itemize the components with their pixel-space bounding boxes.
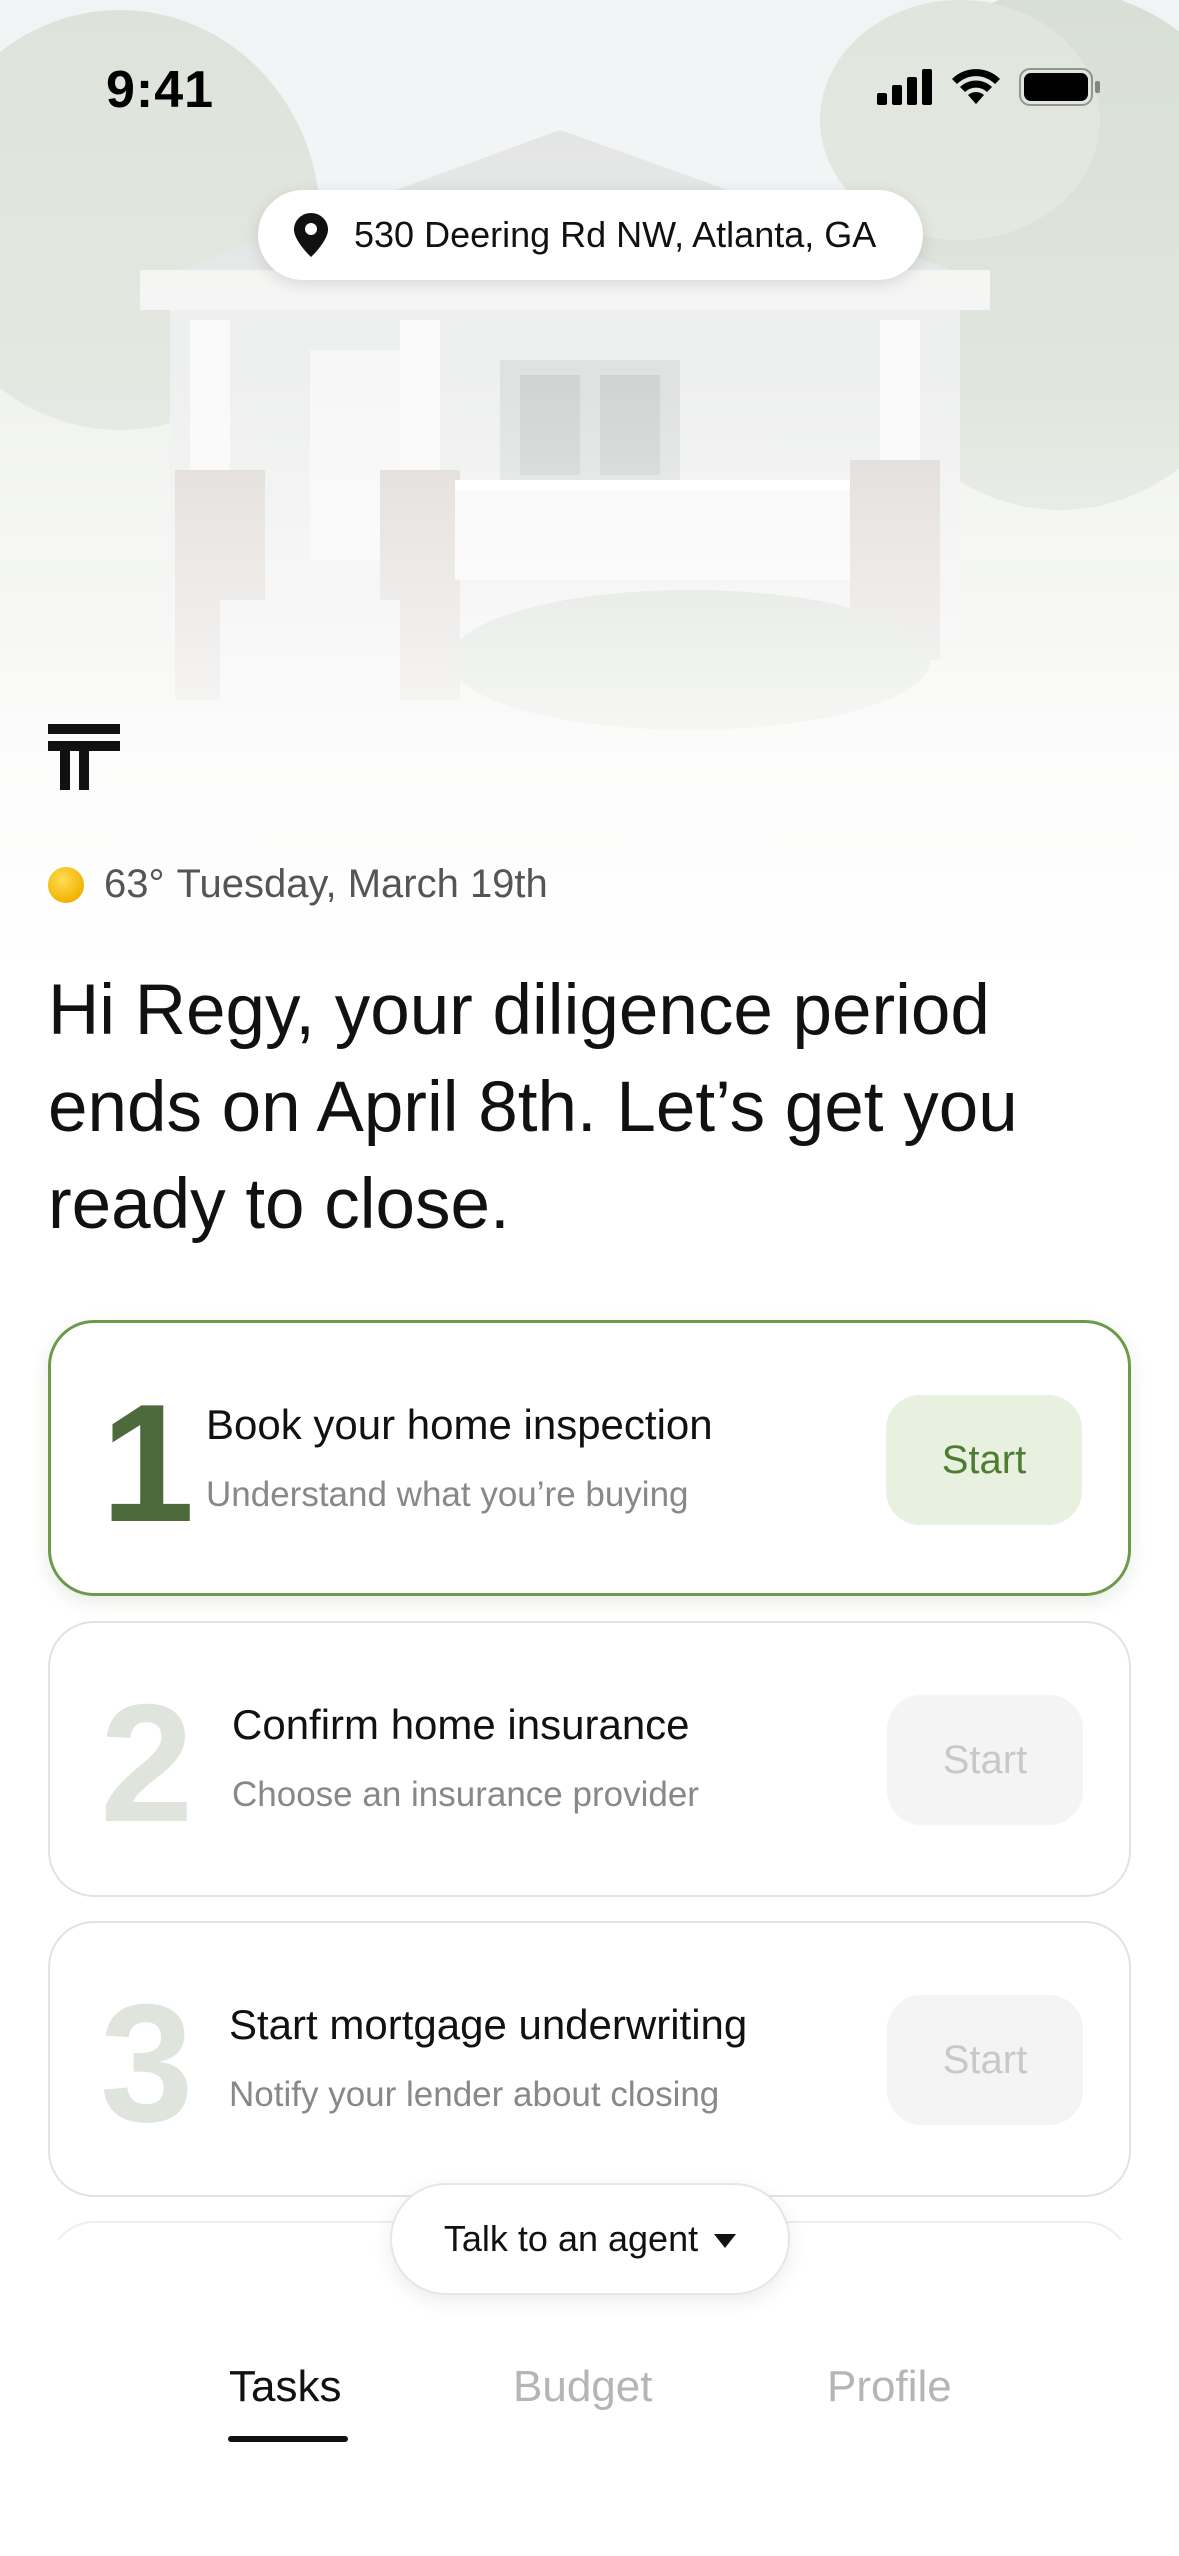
- cellular-signal-icon: [877, 69, 932, 105]
- caret-down-icon: [714, 2234, 737, 2248]
- task-number: 2: [100, 1669, 194, 1857]
- task-subtitle: Choose an insurance provider: [232, 1775, 699, 1814]
- address-pill[interactable]: 530 Deering Rd NW, Atlanta, GA: [258, 190, 923, 280]
- tab-profile[interactable]: Profile: [827, 2362, 952, 2412]
- weather-temperature: 63°: [104, 862, 165, 906]
- talk-to-agent-button[interactable]: Talk to an agent: [390, 2183, 790, 2295]
- status-bar: 9:41: [0, 0, 1179, 150]
- tab-tasks[interactable]: Tasks: [229, 2362, 341, 2412]
- active-tab-indicator: [228, 2436, 348, 2442]
- task-subtitle: Understand what you’re buying: [206, 1475, 689, 1514]
- address-text: 530 Deering Rd NW, Atlanta, GA: [354, 214, 877, 255]
- status-time: 9:41: [106, 61, 215, 119]
- wifi-icon: [952, 69, 1000, 104]
- tab-budget[interactable]: Budget: [513, 2362, 652, 2412]
- greeting-heading: Hi Regy, your diligence period ends on A…: [48, 971, 1018, 1244]
- sun-icon: [48, 866, 84, 903]
- tab-bar: Tasks Budget Profile: [0, 2340, 1179, 2556]
- app-logo: [48, 724, 120, 790]
- task-title: Start mortgage underwriting: [229, 2001, 748, 2048]
- battery-icon: [1019, 68, 1100, 106]
- task-title: Confirm home insurance: [232, 1701, 690, 1748]
- task-card-3[interactable]: 3 Start mortgage underwriting Notify you…: [48, 1921, 1131, 2197]
- weather-date: Tuesday, March 19th: [176, 862, 548, 906]
- start-button[interactable]: Start: [887, 1695, 1083, 1825]
- task-card-1[interactable]: 1 Book your home inspection Understand w…: [48, 1320, 1131, 1596]
- agent-button-label: Talk to an agent: [443, 2218, 699, 2259]
- task-number: 3: [100, 1969, 194, 2157]
- status-icons: [877, 68, 1101, 106]
- weather-row: 63° Tuesday, March 19th: [48, 862, 548, 907]
- location-pin-icon: [294, 213, 328, 257]
- task-title: Book your home inspection: [206, 1401, 713, 1448]
- task-card-2[interactable]: 2 Confirm home insurance Choose an insur…: [48, 1621, 1131, 1897]
- start-button[interactable]: Start: [887, 1995, 1083, 2125]
- task-number: 1: [101, 1369, 195, 1557]
- task-subtitle: Notify your lender about closing: [229, 2075, 720, 2114]
- start-button[interactable]: Start: [886, 1395, 1082, 1525]
